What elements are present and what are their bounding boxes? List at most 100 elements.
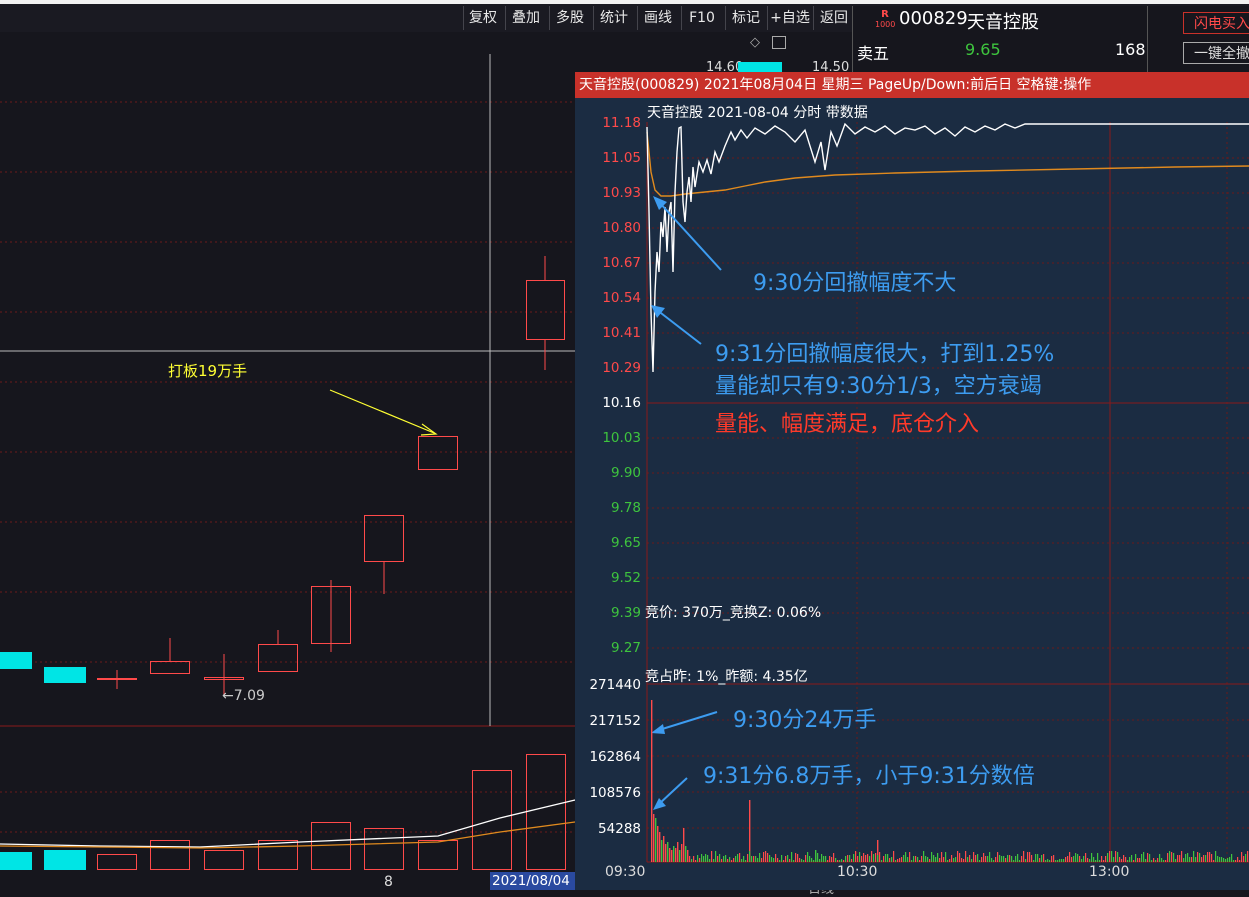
volume-bar — [925, 856, 927, 862]
volume-bar — [807, 852, 809, 862]
volume-bar — [993, 860, 995, 862]
cancel-all-button[interactable]: 一键全撤 — [1183, 42, 1249, 64]
multi-stock-button[interactable]: 多股 — [549, 6, 590, 30]
volume-bar — [985, 856, 987, 862]
diamond-icon[interactable]: ◇ — [750, 35, 760, 50]
volume-bar — [651, 700, 653, 862]
mark-button[interactable]: 标记 — [725, 6, 766, 30]
window-icon[interactable] — [772, 36, 786, 49]
volume-bar — [1053, 855, 1055, 862]
volume-bar — [913, 856, 915, 862]
volume-bar — [725, 855, 727, 862]
volume-bar — [1103, 860, 1105, 862]
window-top-strip — [0, 0, 1249, 4]
volume-bar — [825, 856, 827, 862]
candle — [0, 652, 32, 669]
volume-bar — [1131, 855, 1133, 862]
flash-buy-button[interactable]: 闪电买入 — [1183, 12, 1249, 34]
volume-bar — [1179, 855, 1181, 862]
volume-bar — [1167, 853, 1169, 862]
volume-bar — [1219, 857, 1221, 862]
volume-bar — [1177, 855, 1179, 862]
volume-bar — [921, 856, 923, 862]
volume-bar — [1107, 853, 1109, 862]
fuquan-button[interactable]: 复权 — [463, 6, 502, 30]
volume-bar — [833, 853, 835, 862]
volume-bar — [1195, 857, 1197, 862]
volume-bar — [1035, 854, 1037, 862]
volume-bar — [1151, 860, 1153, 862]
volume-bar — [889, 858, 891, 862]
volume-bar — [1221, 857, 1223, 862]
volume-bar — [1231, 854, 1233, 862]
volume-bar — [1041, 855, 1043, 862]
volume-axis-label: 271440 — [589, 677, 641, 693]
price-axis-label: 9.65 — [610, 535, 641, 551]
volume-bar — [695, 860, 697, 862]
price-axis-label: 9.52 — [610, 570, 641, 586]
volume-bar — [779, 860, 781, 862]
volume-bar — [1227, 858, 1229, 862]
volume-bar — [697, 855, 699, 862]
volume-bar — [671, 850, 673, 862]
volume-bar — [1059, 859, 1061, 862]
volume-bar — [781, 855, 783, 862]
time-axis-label: 09:30 — [605, 864, 646, 880]
volume-bar — [1019, 860, 1021, 862]
volume-bar — [1165, 860, 1167, 862]
back-button[interactable]: 返回 — [813, 6, 854, 30]
f10-button[interactable]: F10 — [681, 6, 722, 30]
volume-bar — [909, 852, 911, 862]
volume-bar — [849, 855, 851, 862]
volume-bar — [719, 854, 721, 862]
volume-bar — [703, 856, 705, 862]
volume-bar — [677, 842, 679, 862]
volume-bar — [745, 860, 747, 862]
time-axis-label: 10:30 — [837, 864, 878, 880]
volume-bar — [1189, 857, 1191, 862]
volume-bar — [799, 858, 801, 862]
annotation-931-volume-cmp: 9:31分6.8万手，小于9:31分数倍 — [703, 764, 1035, 789]
draw-line-button[interactable]: 画线 — [637, 6, 678, 30]
volume-bar — [775, 854, 777, 862]
volume-bar — [955, 857, 957, 862]
volume-bar — [685, 846, 687, 862]
stock-code: 000829 — [899, 8, 968, 29]
volume-bar — [947, 860, 949, 862]
volume-bar — [655, 818, 657, 862]
volume-bar — [1181, 851, 1183, 862]
volume-bar — [1007, 855, 1009, 862]
volume-bar — [855, 851, 857, 862]
volume-bar — [1239, 860, 1241, 862]
volume-bar — [979, 860, 981, 862]
volume-bar — [771, 857, 773, 862]
margin-badge: R 1000 — [875, 10, 895, 30]
annotation-930-volume: 9:30分24万手 — [733, 708, 877, 733]
volume-bar — [681, 844, 683, 862]
volume-bar — [961, 858, 963, 862]
volume-bar — [967, 857, 969, 862]
volume-bar — [1095, 860, 1097, 862]
volume-bar — [919, 860, 921, 862]
volume-bar — [753, 856, 755, 862]
overlay-button[interactable]: 叠加 — [505, 6, 546, 30]
volume-bar — [44, 850, 86, 870]
volume-bar — [1105, 856, 1107, 862]
volume-bar — [995, 857, 997, 862]
statistics-button[interactable]: 统计 — [593, 6, 634, 30]
volume-bar — [1211, 854, 1213, 862]
ask5-price: 9.65 — [965, 40, 1001, 59]
volume-bar — [1081, 859, 1083, 862]
volume-bar — [1003, 856, 1005, 862]
volume-bar — [701, 854, 703, 862]
price-axis-label: 10.29 — [602, 360, 641, 376]
ask5-volume: 168 — [1115, 40, 1146, 59]
volume-bar — [883, 856, 885, 862]
volume-bar — [785, 856, 787, 862]
volume-bar — [1145, 859, 1147, 862]
volume-bar — [887, 854, 889, 862]
volume-bar — [97, 854, 137, 870]
add-watchlist-button[interactable]: +自选 — [767, 6, 812, 30]
volume-bar — [937, 853, 939, 862]
volume-bar — [1217, 856, 1219, 862]
